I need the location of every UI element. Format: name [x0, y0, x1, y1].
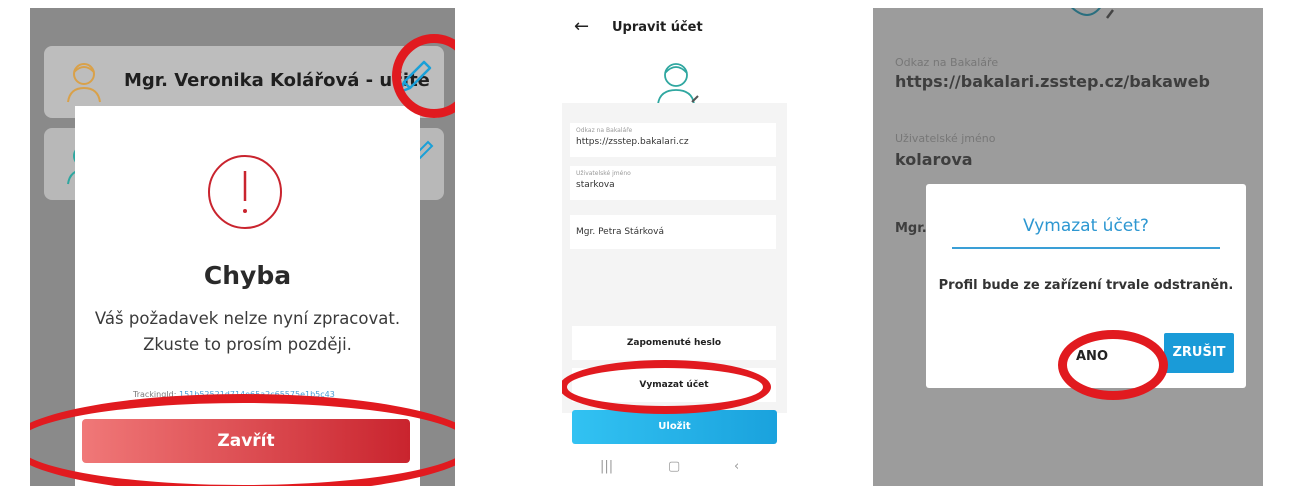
error-dialog-screenshot: Mgr. Veronika Kolářová - učite Chyba Váš… [30, 8, 455, 486]
error-exclamation-icon [208, 155, 282, 229]
user-avatar-icon [67, 63, 101, 103]
username-value: starkova [576, 180, 615, 190]
username-field[interactable]: Uživatelské jméno starkova [570, 166, 776, 200]
page-title: Upravit účet [612, 20, 703, 35]
nav-recent-icon[interactable]: ||| [600, 459, 613, 474]
display-name-value: Mgr. Petra Stárková [576, 227, 665, 237]
highlight-circle [30, 394, 455, 486]
forgot-password-button[interactable]: Zapomenuté heslo [572, 326, 776, 360]
link-label: Odkaz na Bakaláře [895, 56, 999, 69]
dialog-message: Profil bude ze zařízení trvale odstraněn… [938, 278, 1234, 293]
cancel-button[interactable]: ZRUŠIT [1164, 333, 1234, 373]
highlight-circle [562, 360, 771, 414]
edit-account-screenshot: ← Upravit účet Odkaz na Bakaláře https:/… [562, 8, 787, 486]
highlight-circle [1058, 330, 1168, 400]
link-value: https://bakalari.zsstep.cz/bakaweb [895, 72, 1210, 91]
user-avatar-icon[interactable] [652, 58, 702, 108]
error-title: Chyba [203, 261, 292, 290]
username-label: Uživatelské jméno [576, 170, 631, 177]
nav-back-icon[interactable]: ‹ [734, 459, 739, 474]
save-button[interactable]: Uložit [572, 410, 777, 444]
android-nav-bar: ||| ▢ ‹ [562, 453, 787, 486]
delete-confirm-screenshot: Odkaz na Bakaláře https://bakalari.zsste… [873, 8, 1263, 486]
account-name: Mgr. Veronika Kolářová - učite [124, 70, 430, 91]
back-arrow-icon[interactable]: ← [574, 16, 589, 37]
display-name-field[interactable]: Mgr. Petra Stárková [570, 215, 776, 249]
dialog-divider [952, 247, 1220, 249]
avatar-edit-icon[interactable] [1061, 8, 1117, 32]
username-value: kolarova [895, 150, 973, 169]
error-message: Váš požadavek nelze nyní zpracovat. Zkus… [94, 309, 401, 354]
nav-home-icon[interactable]: ▢ [668, 459, 680, 474]
display-name-partial: Mgr. [895, 221, 927, 236]
link-field[interactable]: Odkaz na Bakaláře https://zsstep.bakalar… [570, 123, 776, 157]
link-label: Odkaz na Bakaláře [576, 127, 633, 134]
username-label: Uživatelské jméno [895, 132, 996, 145]
dialog-title: Vymazat účet? [1023, 216, 1149, 236]
link-value: https://zsstep.bakalari.cz [576, 137, 689, 147]
